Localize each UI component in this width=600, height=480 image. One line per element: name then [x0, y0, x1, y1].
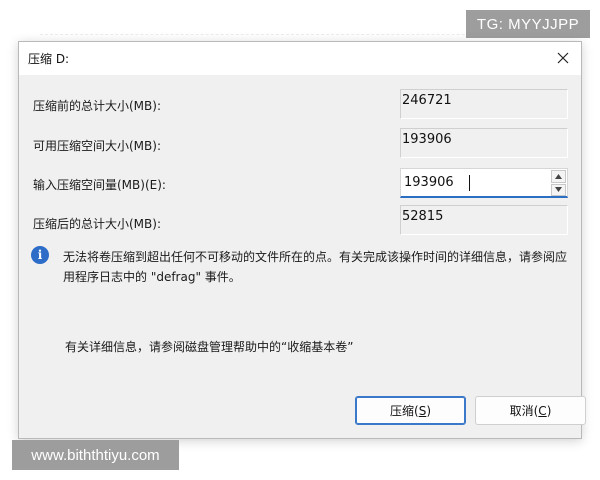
- help-text: 有关详细信息，请参阅磁盘管理帮助中的“收缩基本卷”: [65, 340, 354, 354]
- close-icon: [557, 52, 569, 64]
- total-before-value-box: 246721: [400, 89, 568, 119]
- shrink-button[interactable]: 压缩(S): [355, 396, 466, 425]
- amount-label: 输入压缩空间量(MB)(E):: [33, 178, 166, 192]
- close-button[interactable]: [551, 47, 575, 69]
- total-before-value: 246721: [402, 93, 452, 108]
- shrink-button-label: 压缩(: [390, 404, 419, 418]
- available-value: 193906: [402, 132, 452, 147]
- total-after-value-box: 52815: [400, 205, 568, 235]
- shrink-button-label-tail: ): [426, 403, 431, 418]
- shrink-dialog: 压缩 D: 压缩前的总计大小(MB): 246721 可用压缩空间大小(MB):…: [18, 41, 586, 439]
- text-caret: [469, 175, 470, 191]
- info-text: 无法将卷压缩到超出任何不可移动的文件所在的点。有关完成该操作时间的详细信息，请参…: [63, 250, 568, 284]
- spin-buttons: [551, 170, 566, 196]
- cancel-button[interactable]: 取消(C): [475, 396, 586, 425]
- amount-input[interactable]: [401, 169, 549, 196]
- total-after-value: 52815: [402, 209, 444, 224]
- watermark-bottom: www.biththtiyu.com: [12, 440, 179, 470]
- cancel-button-label-tail: ): [546, 403, 552, 418]
- total-before-label: 压缩前的总计大小(MB):: [33, 99, 161, 113]
- title-bar: 压缩 D:: [19, 42, 581, 75]
- available-label: 可用压缩空间大小(MB):: [33, 139, 161, 153]
- total-after-label: 压缩后的总计大小(MB):: [33, 217, 161, 231]
- chevron-up-icon: [555, 173, 562, 179]
- cancel-button-label: 取消(: [509, 404, 539, 418]
- chevron-down-icon: [555, 187, 562, 193]
- watermark-top: TG: MYYJJPP: [466, 10, 590, 38]
- info-icon: i: [31, 246, 49, 264]
- available-value-box: 193906: [400, 128, 568, 158]
- spin-up-button[interactable]: [551, 170, 566, 183]
- amount-spinbox: [400, 168, 568, 198]
- cancel-button-accesskey: C: [538, 403, 547, 418]
- dialog-title: 压缩 D:: [28, 52, 70, 66]
- spin-down-button[interactable]: [551, 183, 566, 196]
- shrink-button-accesskey: S: [418, 403, 427, 418]
